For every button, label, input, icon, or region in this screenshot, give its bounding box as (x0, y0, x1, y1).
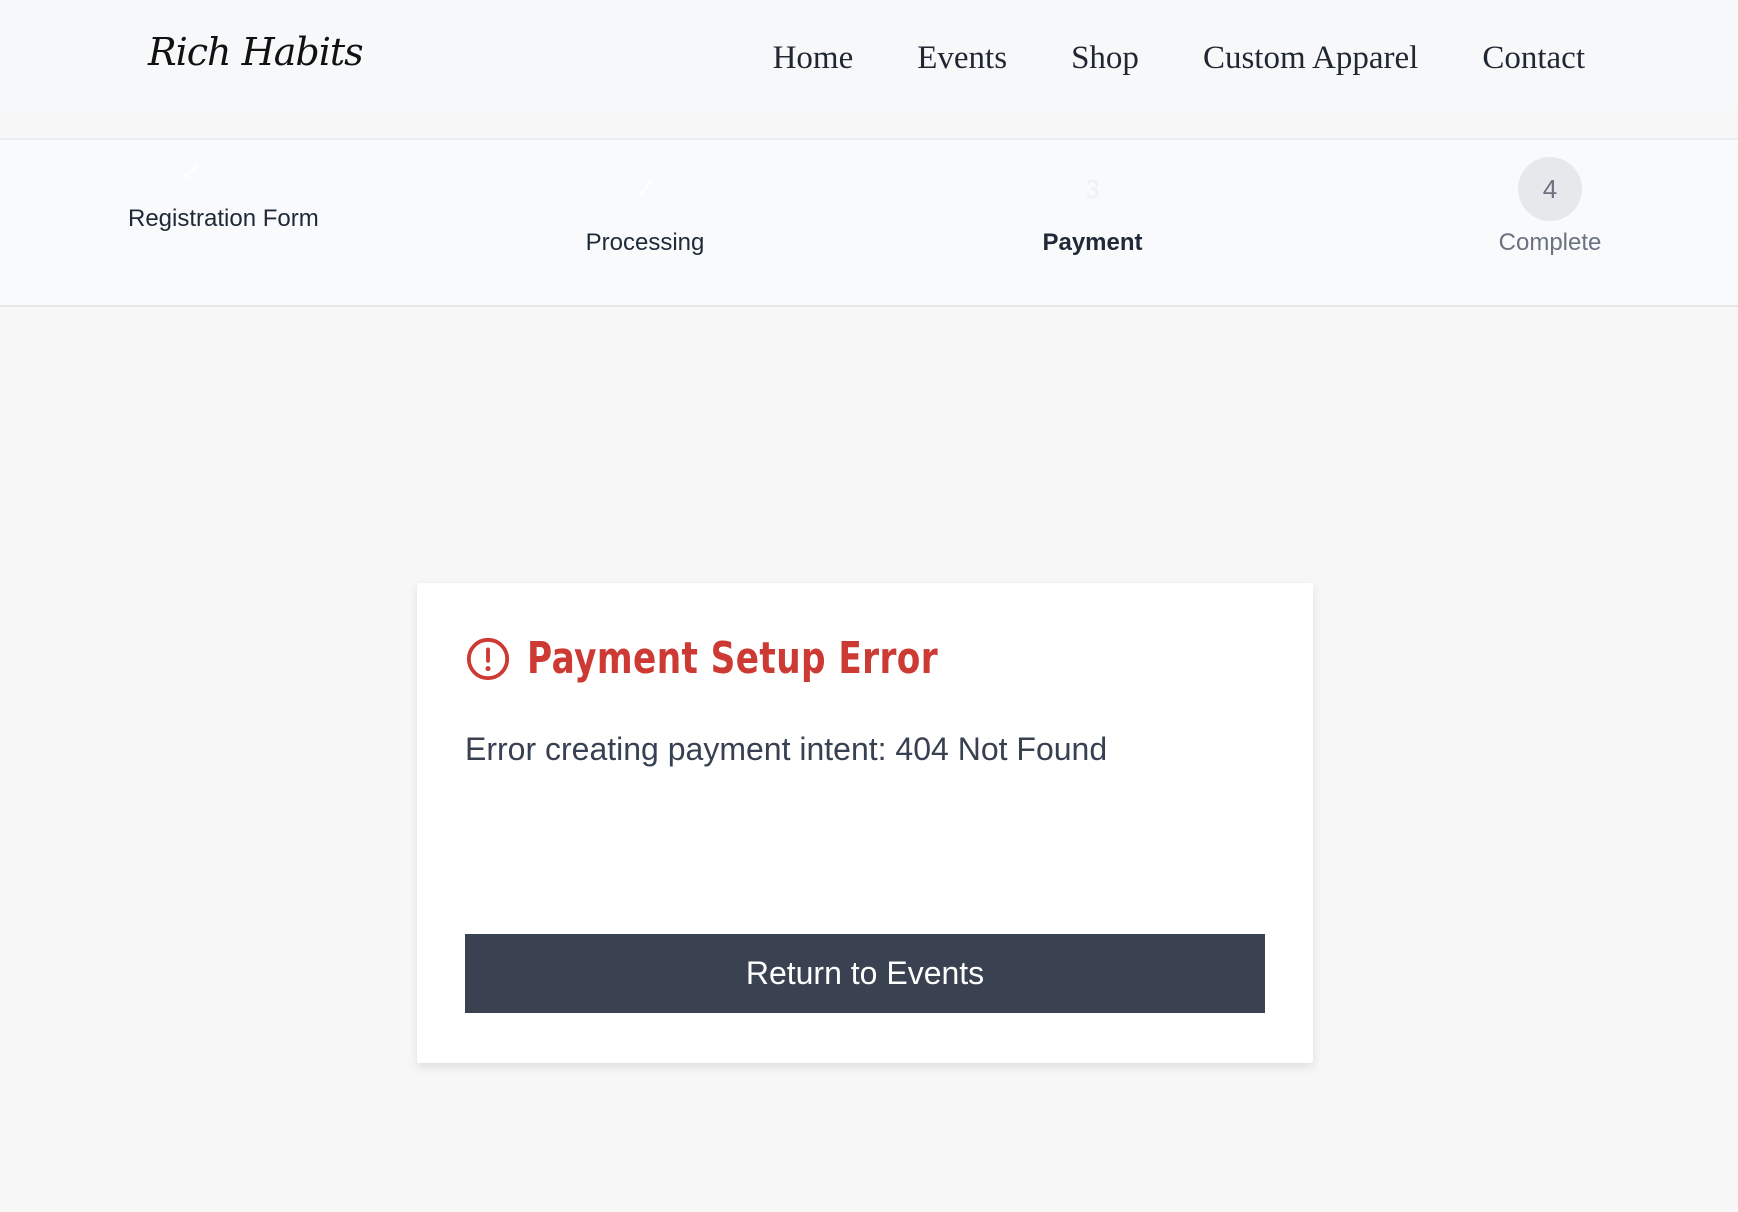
check-icon: ✓ (180, 156, 202, 187)
nav-link-events[interactable]: Events (917, 40, 1007, 77)
nav-link-custom-apparel[interactable]: Custom Apparel (1203, 40, 1418, 77)
nav-link-home[interactable]: Home (773, 40, 854, 77)
error-card: Payment Setup Error Error creating payme… (417, 583, 1313, 1063)
site-header: Rich Habits Home Events Shop Custom Appa… (0, 0, 1738, 110)
error-message: Error creating payment intent: 404 Not F… (465, 731, 1108, 767)
step-label: Registration Form (128, 205, 319, 232)
step-number: 4 (1518, 157, 1582, 221)
main-nav: Home Events Shop Custom Apparel Contact (773, 40, 1585, 77)
nav-link-shop[interactable]: Shop (1071, 40, 1139, 77)
step-label: Payment (1042, 229, 1143, 256)
step-complete: 4 Complete (1460, 140, 1640, 259)
error-heading: Payment Setup Error (465, 633, 1054, 684)
site-logo[interactable]: Rich Habits (148, 30, 364, 74)
step-payment: 3 Payment (1000, 140, 1185, 259)
step-label: Complete (1498, 229, 1602, 256)
step-number: 3 (1085, 173, 1100, 204)
nav-link-contact[interactable]: Contact (1482, 40, 1585, 77)
return-to-events-button[interactable]: Return to Events (465, 934, 1265, 1013)
error-title: Payment Setup Error (527, 633, 939, 684)
step-label: Processing (585, 229, 705, 256)
alert-circle-icon (466, 637, 510, 680)
step-processing: ✓ Processing (545, 140, 745, 259)
step-registration-form: ✓ Registration Form (128, 140, 338, 235)
check-icon: ✓ (634, 173, 656, 204)
progress-stepper: ✓ Registration Form ✓ Processing 3 Payme… (0, 138, 1738, 307)
